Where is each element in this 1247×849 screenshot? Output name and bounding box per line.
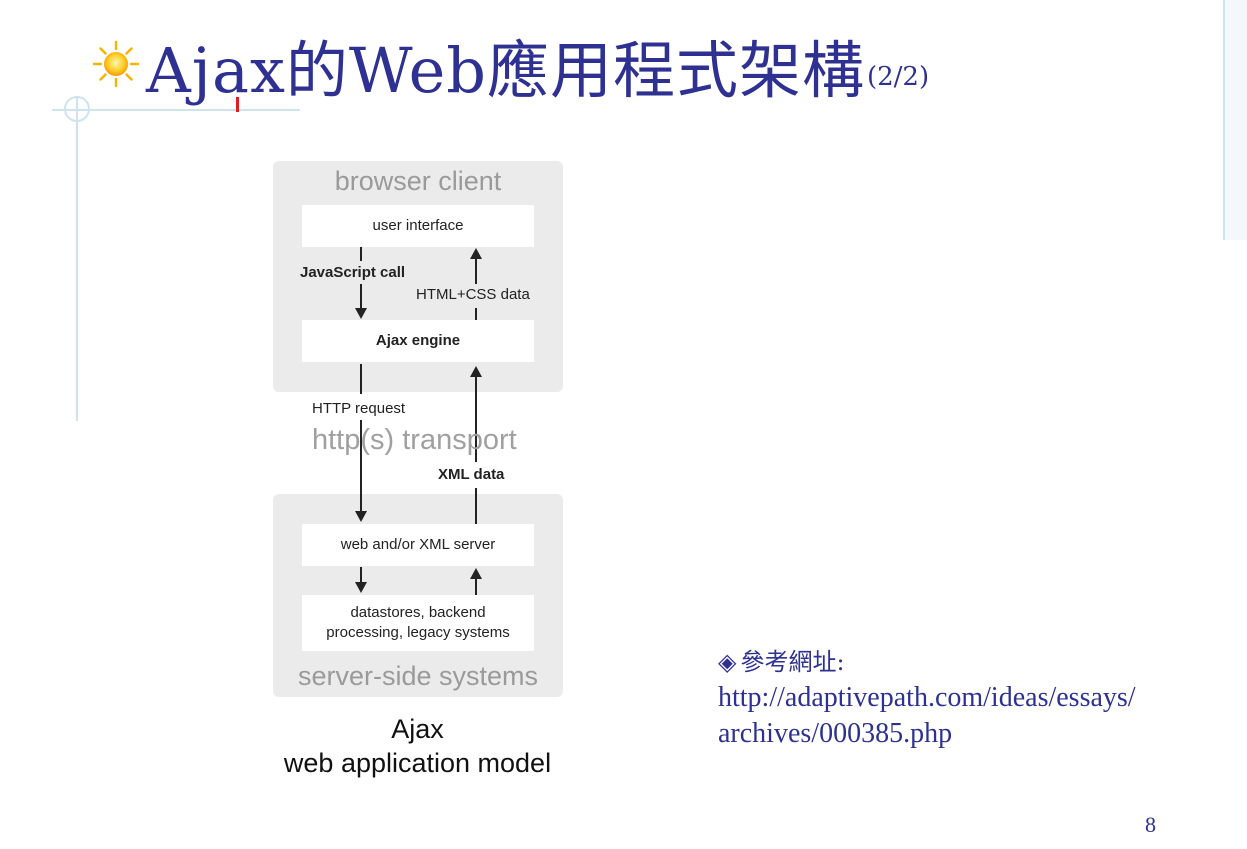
datastores-line-1: datastores, backend	[350, 604, 486, 621]
slide-title: Ajax的Web應用程式架構	[146, 34, 865, 107]
reference-heading-text: 參考網址:	[740, 648, 845, 676]
page-number: 8	[1145, 812, 1156, 837]
transport-label: http(s) transport	[312, 424, 517, 456]
scroll-edge	[1223, 0, 1247, 240]
reference-url-line-1[interactable]: http://adaptivepath.com/ideas/essays/	[718, 680, 1218, 716]
reference-url[interactable]: http://adaptivepath.com/ideas/essays/ ar…	[718, 680, 1218, 752]
js-call-arrowhead	[355, 308, 367, 319]
caption-line-2: web application model	[283, 748, 552, 778]
decorative-vertical-line	[76, 96, 78, 421]
db-to-server-arrowhead	[470, 568, 482, 579]
xml-data-label: XML data	[438, 466, 505, 483]
ajax-model-diagram: browser client user interface JavaScript…	[270, 158, 565, 788]
web-server-box: web and/or XML server	[302, 524, 534, 566]
decorative-circle	[64, 96, 90, 122]
server-side-title: server-side systems	[297, 661, 539, 691]
diagram-caption: Ajax web application model	[270, 712, 565, 780]
http-request-arrowhead	[355, 511, 367, 522]
html-css-arrow-stem	[475, 258, 477, 284]
caption-line-1: Ajax	[391, 714, 444, 744]
xml-data-arrow-stem-bottom	[475, 488, 477, 524]
browser-client-title: browser client	[334, 166, 502, 196]
slide-title-area: Ajax的Web應用程式架構 (2/2)	[92, 26, 929, 106]
server-to-db-arrow-stem	[360, 567, 362, 583]
diamond-bullet-icon: ◈	[718, 648, 737, 676]
http-request-label: HTTP request	[312, 400, 406, 417]
http-request-arrow-stem-top	[360, 364, 362, 394]
datastores-box: datastores, backend processing, legacy s…	[302, 595, 534, 651]
html-css-data-label: HTML+CSS data	[416, 286, 530, 303]
sun-bullet-icon	[92, 40, 140, 88]
javascript-call-label: JavaScript call	[300, 264, 406, 281]
datastores-line-2: processing, legacy systems	[326, 624, 510, 641]
db-to-server-arrow-stem	[475, 578, 477, 595]
html-css-arrowhead	[470, 248, 482, 259]
text-cursor	[236, 97, 239, 112]
js-call-arrow-stem	[360, 284, 362, 309]
reference-url-line-2[interactable]: archives/000385.php	[718, 716, 1218, 752]
js-call-arrow-stem-top	[360, 247, 362, 261]
slide-title-suffix: (2/2)	[866, 62, 930, 92]
xml-data-arrowhead	[470, 366, 482, 377]
html-css-arrow-stem-bottom	[475, 308, 477, 320]
reference-heading: ◈ 參考網址:	[718, 642, 845, 677]
user-interface-box: user interface	[302, 205, 534, 247]
server-to-db-arrowhead	[355, 582, 367, 593]
ajax-engine-box: Ajax engine	[302, 320, 534, 362]
